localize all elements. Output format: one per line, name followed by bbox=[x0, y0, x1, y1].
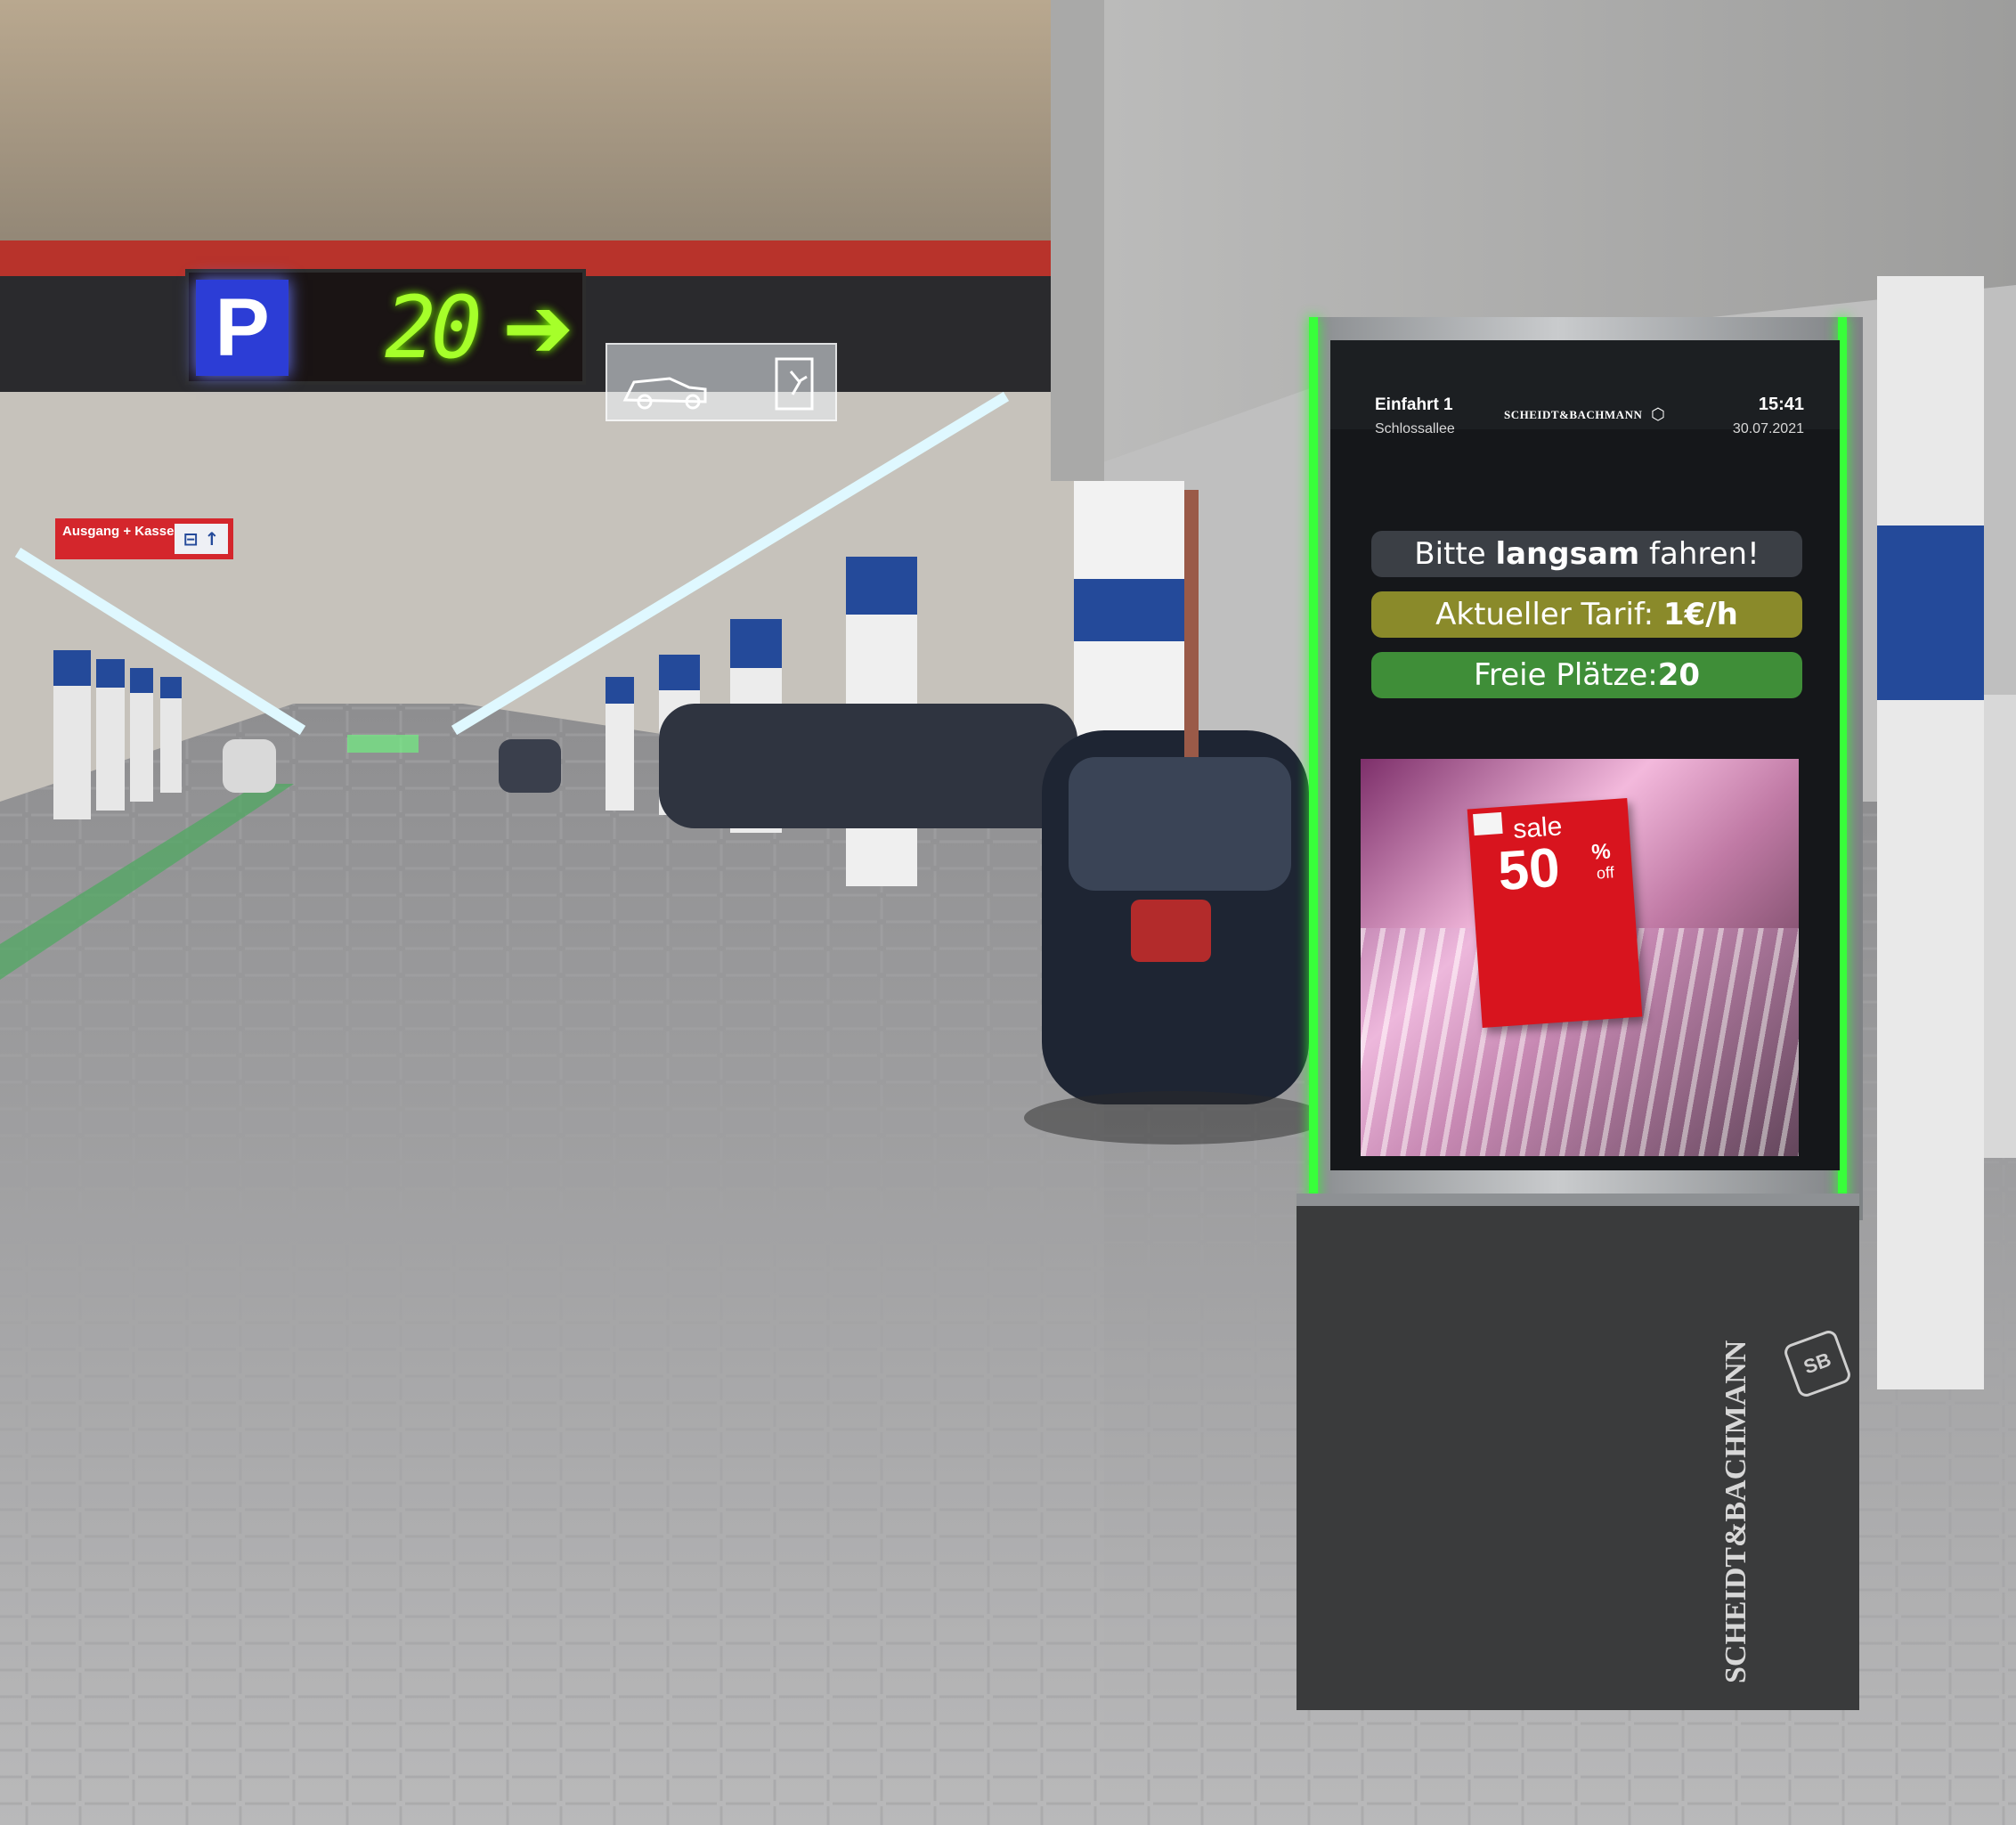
tariff-message: Aktueller Tarif: 1€/h bbox=[1371, 591, 1802, 638]
arrow-right-icon: ➔ bbox=[502, 278, 574, 378]
percent-symbol: % bbox=[1590, 839, 1612, 865]
tariff-value: 1€/h bbox=[1662, 597, 1738, 632]
kiosk-base-trim bbox=[1297, 1194, 1859, 1206]
kiosk-base bbox=[1297, 1194, 1859, 1710]
slow-prefix: Bitte bbox=[1414, 536, 1496, 572]
free-spaces-label: Freie Plätze: bbox=[1473, 657, 1658, 693]
parking-garage-scene: P 20 ➔ Ausgang + Kasse ⊟ ↑ Einfahrt 1 Sc… bbox=[0, 0, 2016, 1825]
slow-suffix: fahren! bbox=[1639, 536, 1760, 572]
tag-label-patch bbox=[1473, 811, 1503, 836]
exit-cashier-sign: Ausgang + Kasse ⊟ ↑ bbox=[55, 518, 233, 559]
free-spaces-counter: 20 bbox=[385, 278, 483, 378]
clock-date: 30.07.2021 bbox=[1732, 421, 1804, 436]
emergency-exit-sign bbox=[606, 343, 837, 421]
car-exit-icon bbox=[622, 357, 814, 411]
kiosk-display: Einfahrt 1 Schlossallee SCHEIDT&BACHMANN… bbox=[1330, 340, 1840, 1170]
kiosk-led-strip-left bbox=[1309, 317, 1318, 1226]
exit-cashier-label: Ausgang + Kasse bbox=[62, 524, 175, 539]
free-spaces-message: Freie Plätze:20 bbox=[1371, 652, 1802, 698]
parking-guidance-sign: P 20 ➔ bbox=[185, 269, 586, 385]
tariff-label: Aktueller Tarif: bbox=[1435, 597, 1663, 632]
direction-icons: ⊟ ↑ bbox=[175, 524, 228, 554]
free-spaces-value: 20 bbox=[1657, 657, 1701, 693]
sale-tag: sale 50 % off bbox=[1467, 798, 1643, 1028]
street-name: Schlossallee bbox=[1375, 421, 1455, 436]
off-text: off bbox=[1596, 863, 1615, 883]
entrance-name: Einfahrt 1 bbox=[1375, 395, 1453, 414]
base-brand-text: SCHEIDT&BACHMANN bbox=[1719, 1340, 1752, 1683]
brand-logo-icon: ⬡ bbox=[1651, 405, 1665, 424]
brand-logo-text: SCHEIDT&BACHMANN bbox=[1504, 408, 1643, 421]
slow-emphasis: langsam bbox=[1495, 536, 1640, 572]
clock-time: 15:41 bbox=[1758, 395, 1804, 414]
sale-advertisement: sale 50 % off bbox=[1361, 759, 1799, 1156]
discount-percent: 50 bbox=[1496, 836, 1562, 903]
slow-down-message: Bitte langsam fahren! bbox=[1371, 531, 1802, 577]
parking-icon: P bbox=[196, 280, 289, 376]
